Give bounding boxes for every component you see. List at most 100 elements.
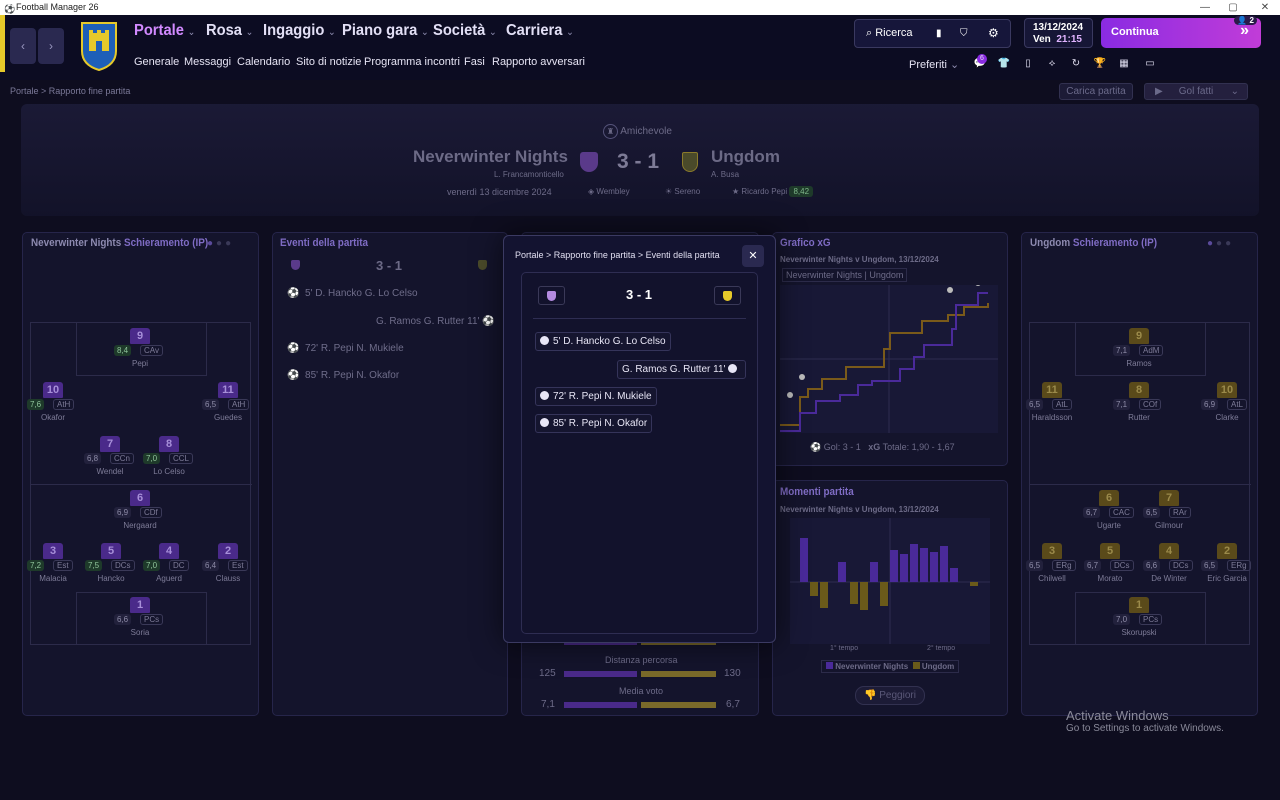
worst-button[interactable]: 👎 Peggiori — [855, 686, 925, 705]
menu-societa[interactable]: Società ⌄ — [433, 22, 497, 40]
player-position: Est — [228, 560, 248, 571]
player-marker[interactable]: 4 6,6 DCs De Winter — [1139, 543, 1199, 585]
player-marker[interactable]: 9 8,4 CAv Pepi — [110, 328, 170, 370]
card-icon[interactable]: ▭ — [1142, 58, 1158, 72]
legend-home: Neverwinter Nights — [835, 662, 909, 671]
player-position: RAr — [1169, 507, 1191, 518]
menu-portale[interactable]: Portale ⌄ — [134, 22, 195, 40]
close-window-icon[interactable]: ✕ — [1250, 0, 1280, 15]
chevron-right-icon: › — [49, 39, 53, 53]
player-marker[interactable]: 1 7,0 PCs Skorupski — [1109, 597, 1169, 639]
submenu-generale[interactable]: Generale — [134, 56, 179, 68]
player-name: Clauss — [215, 574, 241, 583]
modal-divider — [533, 318, 746, 319]
pager-dots[interactable]: ●●● — [207, 238, 234, 249]
goals-dropdown[interactable]: ▶ Gol fatti ⌄ — [1144, 83, 1248, 100]
xg-legend[interactable]: Neverwinter Nights | Ungdom — [782, 268, 908, 282]
menu-carriera[interactable]: Carriera ⌄ — [506, 22, 574, 40]
player-marker[interactable]: 9 7,1 AdM Ramos — [1109, 328, 1169, 370]
event-row[interactable]: ⚽ 85' R. Pepi N. Okafor — [287, 370, 399, 381]
home-lineup-title: Neverwinter Nights Schieramento (IP) — [31, 237, 208, 249]
football-icon — [728, 364, 738, 373]
forward-button[interactable]: › — [38, 28, 64, 64]
event-row[interactable]: ⚽ 5' D. Hancko G. Lo Celso — [287, 288, 418, 299]
stadium-label: Wembley — [596, 187, 630, 196]
player-name: Eric Garcia — [1207, 574, 1247, 583]
minimize-icon[interactable]: — — [1190, 0, 1220, 15]
player-marker[interactable]: 4 7,0 DC Aguerd — [139, 543, 199, 585]
player-marker[interactable]: 8 7,1 COf Rutter — [1109, 382, 1169, 424]
bookmark-icon[interactable]: ▮ — [936, 20, 942, 47]
player-marker[interactable]: 2 6,4 Est Clauss — [198, 543, 258, 585]
player-marker[interactable]: 6 6,7 CAC Ugarte — [1079, 490, 1139, 532]
player-marker[interactable]: 3 6,5 ERg Chilwell — [1022, 543, 1082, 585]
stadium: ◈ Wembley — [588, 187, 630, 196]
shirt-icon: 8 — [1129, 382, 1149, 398]
submenu-programma-incontri[interactable]: Programma incontri — [364, 56, 460, 68]
event-text: 72' R. Pepi N. Mukiele — [305, 343, 404, 354]
player-marker[interactable]: 3 7,2 Est Malacia — [23, 543, 83, 585]
continue-button[interactable]: Continua » 👤 2 — [1101, 16, 1261, 48]
player-marker[interactable]: 5 7,5 DCs Hancko — [81, 543, 141, 585]
calendar-icon[interactable]: ▦ — [1116, 58, 1132, 72]
player-marker[interactable]: 5 6,7 DCs Morato — [1080, 543, 1140, 585]
document-icon[interactable]: ▯ — [1020, 58, 1036, 72]
back-button[interactable]: ‹ — [10, 28, 36, 64]
player-marker[interactable]: 7 6,8 CCn Wendel — [80, 436, 140, 478]
away-team-name[interactable]: Ungdom — [711, 147, 780, 167]
modal-event-row[interactable]: 72' R. Pepi N. Mukiele — [535, 387, 657, 406]
potm-rating: 8,42 — [789, 186, 814, 197]
home-team-name[interactable]: Neverwinter Nights — [413, 147, 568, 167]
trophy-icon[interactable]: 🏆 — [1092, 58, 1108, 72]
player-name: Haraldsson — [1031, 413, 1073, 422]
player-rating: 7,1 — [1113, 399, 1131, 410]
submenu-messaggi[interactable]: Messaggi — [184, 56, 231, 68]
player-marker[interactable]: 10 6,9 AtL Clarke — [1197, 382, 1257, 424]
player-rating: 8,4 — [114, 345, 132, 356]
modal-event-row[interactable]: G. Ramos G. Rutter 11' — [617, 360, 747, 379]
preferiti-dropdown[interactable]: Preferiti ⌄ — [909, 58, 959, 71]
club-crest-icon[interactable] — [80, 21, 118, 71]
modal-crumb-portale[interactable]: Portale — [515, 250, 544, 260]
player-marker[interactable]: 8 7,0 CCL Lo Celso — [139, 436, 199, 478]
submenu-fasi[interactable]: Fasi — [464, 56, 485, 68]
modal-close-button[interactable]: ✕ — [742, 245, 764, 267]
event-row[interactable]: ⚽ 72' R. Pepi N. Mukiele — [287, 343, 404, 354]
submenu-sito-notizie[interactable]: Sito di notizie — [296, 56, 361, 68]
player-marker[interactable]: 11 6,5 AtL Haraldsson — [1022, 382, 1082, 424]
player-marker[interactable]: 1 6,6 PCs Soria — [110, 597, 170, 639]
pager-dots[interactable]: ●●● — [1207, 238, 1234, 249]
tactics-icon[interactable]: ⟡ — [1044, 58, 1060, 72]
submenu-rapporto-avversari[interactable]: Rapporto avversari — [492, 56, 585, 68]
player-marker[interactable]: 11 6,5 AtH Guedes — [198, 382, 258, 424]
maximize-icon[interactable]: ▢ — [1218, 0, 1248, 15]
breadcrumb-portale[interactable]: Portale — [10, 86, 39, 96]
player-name: Soria — [130, 628, 150, 637]
modal-event-row[interactable]: 85' R. Pepi N. Okafor — [535, 414, 653, 433]
player-name: Aguerd — [156, 574, 182, 583]
events-panel — [272, 232, 508, 716]
menu-ingaggio[interactable]: Ingaggio ⌄ — [263, 22, 336, 40]
rating-bar-away — [641, 702, 716, 708]
club-shield-icon[interactable]: ⛉ — [960, 20, 968, 47]
player-rating: 6,7 — [1084, 560, 1102, 571]
player-marker[interactable]: 2 6,5 ERg Eric Garcia — [1197, 543, 1257, 585]
shirt-icon[interactable]: 👕 — [996, 58, 1012, 72]
refresh-icon[interactable]: ↻ — [1068, 58, 1084, 72]
modal-crumb-report[interactable]: Rapporto fine partita — [554, 250, 636, 260]
search-button[interactable]: ⌕ Ricerca — [866, 20, 913, 47]
event-row[interactable]: G. Ramos G. Rutter 11' ⚽ — [376, 316, 495, 327]
shirt-icon: 5 — [1100, 543, 1120, 559]
submenu-calendario[interactable]: Calendario — [237, 56, 290, 68]
player-marker[interactable]: 7 6,5 RAr Gilmour — [1139, 490, 1199, 532]
player-marker[interactable]: 6 6,9 CDf Nergaard — [110, 490, 170, 532]
search-label: Ricerca — [875, 27, 913, 39]
modal-event-row[interactable]: 5' D. Hancko G. Lo Celso — [535, 332, 671, 351]
player-position: Est — [53, 560, 73, 571]
potm-name[interactable]: Ricardo Pepi — [741, 187, 787, 196]
player-marker[interactable]: 10 7,6 AtH Okafor — [23, 382, 83, 424]
menu-rosa[interactable]: Rosa ⌄ — [206, 22, 253, 40]
settings-gear-icon[interactable]: ⚙ — [988, 20, 999, 47]
menu-piano-gara[interactable]: Piano gara ⌄ — [342, 22, 429, 40]
load-match-button[interactable]: Carica partita — [1059, 83, 1133, 100]
